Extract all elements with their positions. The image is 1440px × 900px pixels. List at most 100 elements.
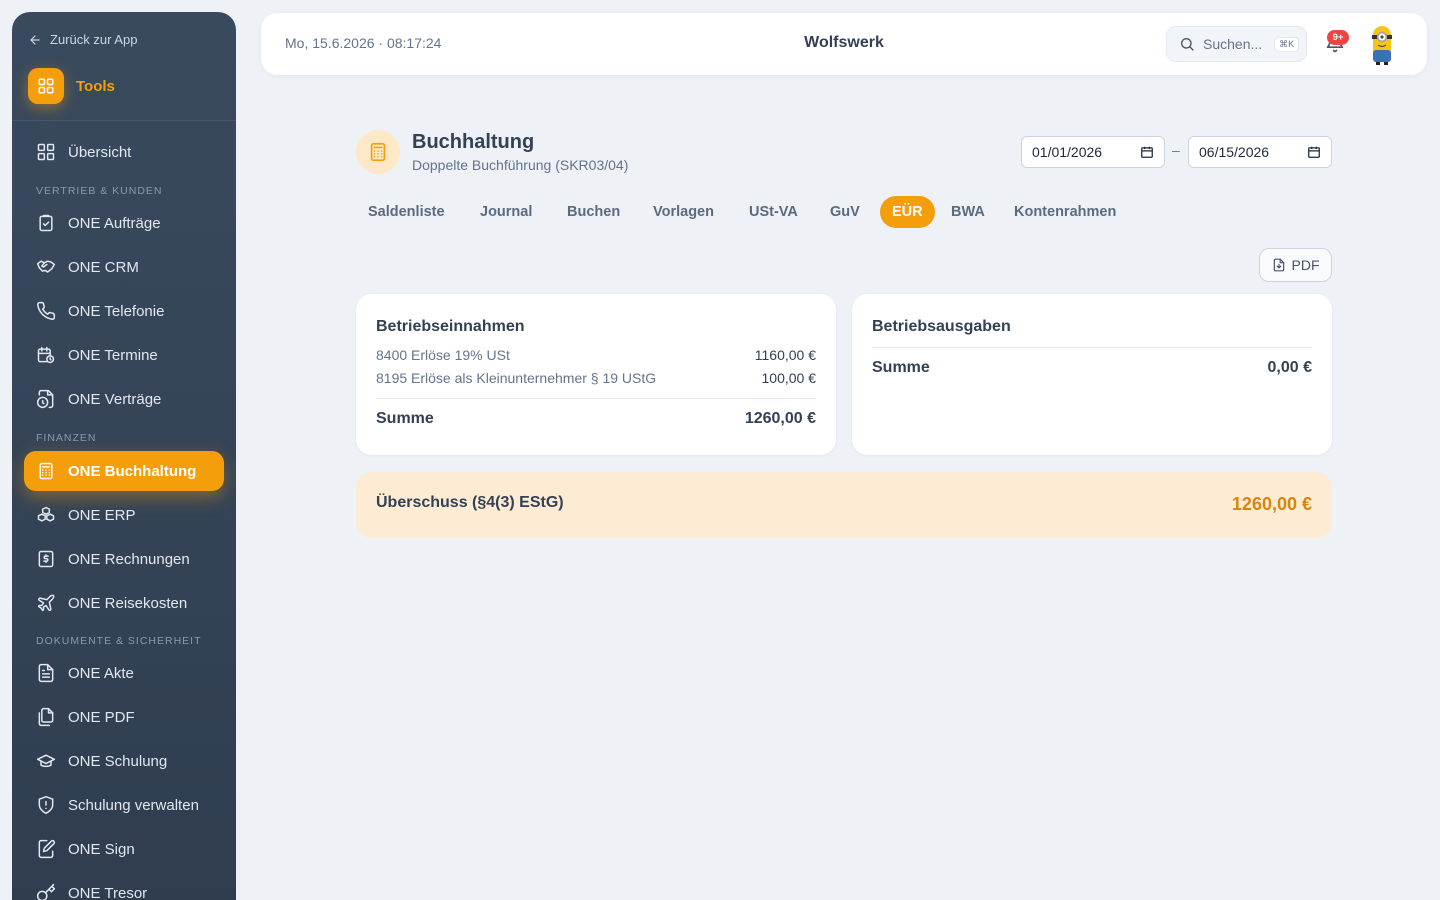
sidebar-item-label: ONE Telefonie <box>68 302 165 320</box>
income-row-amount: 1160,00 € <box>754 347 816 363</box>
sidebar-item-training[interactable]: ONE Schulung <box>24 741 224 781</box>
file-signature-icon <box>38 839 56 859</box>
sidebar-item-pdf[interactable]: ONE PDF <box>24 697 224 737</box>
tab-journal[interactable]: Journal <box>468 196 544 228</box>
sidebar-item-label: ONE Rechnungen <box>68 550 190 568</box>
receipt-dollar-icon <box>38 550 54 568</box>
shield-icon <box>38 795 54 815</box>
sidebar-item-label: ONE Tresor <box>68 884 148 900</box>
income-row-label: 8195 Erlöse als Kleinunternehmer § 19 US… <box>376 370 657 386</box>
income-sum-row: Summe 1260,00 € <box>376 410 816 428</box>
search-icon <box>1181 38 1194 51</box>
expenses-sum-label: Summe <box>872 359 930 376</box>
sidebar-section-finance: Finanzen <box>36 432 97 444</box>
sidebar-item-appointments[interactable]: ONE Termine <box>24 335 224 375</box>
expenses-sum-row: Summe 0,00 € <box>872 359 1312 377</box>
calculator-icon <box>370 142 386 162</box>
tab-buchen[interactable]: Buchen <box>555 196 632 228</box>
tab-saldenliste[interactable]: Saldenliste <box>356 196 457 228</box>
sidebar-item-label: ONE Verträge <box>68 390 162 408</box>
sidebar-item-label: ONE Aufträge <box>68 214 161 232</box>
tab-vorlagen[interactable]: Vorlagen <box>641 196 726 228</box>
search-input[interactable]: Suchen... ⌘K <box>1166 26 1307 62</box>
sidebar-item-crm[interactable]: ONE CRM <box>24 247 224 287</box>
sidebar-item-vault[interactable]: ONE Tresor <box>24 873 224 900</box>
income-sum-value: 1260,00 € <box>744 410 816 427</box>
file-text-icon <box>38 663 54 683</box>
graduation-cap-icon <box>36 754 56 768</box>
sidebar-item-invoices[interactable]: ONE Rechnungen <box>24 539 224 579</box>
sidebar-item-sign[interactable]: ONE Sign <box>24 829 224 869</box>
sidebar: Zurück zur App Tools Übersicht Vertrieb … <box>12 12 236 900</box>
search-placeholder: Suchen... <box>1203 36 1263 52</box>
sidebar-item-accounting[interactable]: ONE Buchhaltung <box>24 451 224 491</box>
minion-avatar-icon <box>1372 26 1392 65</box>
files-icon <box>38 707 54 727</box>
page-subtitle: Doppelte Buchführung (SKR03/04) <box>412 157 629 173</box>
sidebar-item-label: ONE Sign <box>68 840 135 858</box>
sidebar-item-label: ONE CRM <box>68 258 139 276</box>
accounting-icon <box>356 130 400 174</box>
plane-icon <box>37 594 55 612</box>
sidebar-item-label: ONE Termine <box>68 346 158 364</box>
calculator-icon <box>39 462 53 480</box>
surplus-value: 1260,00 € <box>1231 494 1312 514</box>
income-divider <box>376 398 816 399</box>
income-row-label: 8400 Erlöse 19% USt <box>376 347 510 363</box>
income-row-amount: 100,00 € <box>761 370 817 386</box>
sidebar-section-sales: Vertrieb & Kunden <box>36 185 163 197</box>
sidebar-item-label: ONE Buchhaltung <box>68 462 197 480</box>
expenses-title: Betriebsausgaben <box>872 318 1011 335</box>
expenses-sum-value: 0,00 € <box>1267 359 1312 376</box>
date-from-value: 01/01/2026 <box>1032 144 1103 160</box>
sidebar-item-travel-expenses[interactable]: ONE Reisekosten <box>24 583 224 623</box>
calendar-icon[interactable] <box>1140 145 1154 159</box>
sidebar-item-erp[interactable]: ONE ERP <box>24 495 224 535</box>
sidebar-item-manage-training[interactable]: Schulung verwalten <box>24 785 224 825</box>
sidebar-section-documents: Dokumente & Sicherheit <box>36 635 202 647</box>
grid-icon <box>28 68 64 104</box>
income-card: Betriebseinnahmen 8400 Erlöse 19% USt 11… <box>356 294 836 455</box>
tools-label: Tools <box>76 77 115 95</box>
date-to-value: 06/15/2026 <box>1199 144 1270 160</box>
calendar-icon[interactable] <box>1307 145 1321 159</box>
file-download-icon <box>1273 258 1284 272</box>
tab-ust-va[interactable]: USt-VA <box>737 196 810 228</box>
date-from-input[interactable]: 01/01/2026 <box>1021 136 1165 168</box>
back-to-app-link[interactable]: Zurück zur App <box>28 32 137 47</box>
notification-badge: 9+ <box>1327 30 1349 45</box>
sidebar-item-label: ONE PDF <box>68 708 135 726</box>
grid-icon <box>37 143 55 161</box>
pdf-export-button[interactable]: PDF <box>1259 248 1332 282</box>
date-to-input[interactable]: 06/15/2026 <box>1188 136 1332 168</box>
sidebar-item-label: ONE Schulung <box>68 752 168 770</box>
sidebar-item-contracts[interactable]: ONE Verträge <box>24 379 224 419</box>
surplus-banner: Überschuss (§4(3) EStG) 1260,00 € <box>356 472 1332 538</box>
sidebar-item-label: ONE Reisekosten <box>68 594 188 612</box>
sidebar-item-orders[interactable]: ONE Aufträge <box>24 203 224 243</box>
sidebar-item-files[interactable]: ONE Akte <box>24 653 224 693</box>
income-row: 8195 Erlöse als Kleinunternehmer § 19 US… <box>376 370 816 386</box>
income-sum-label: Summe <box>376 410 434 427</box>
sidebar-item-label: Übersicht <box>68 143 132 161</box>
sidebar-item-telephony[interactable]: ONE Telefonie <box>24 291 224 331</box>
income-row: 8400 Erlöse 19% USt 1160,00 € <box>376 347 816 363</box>
tab-guv[interactable]: GuV <box>818 196 872 228</box>
calendar-clock-icon <box>37 346 55 364</box>
sidebar-item-label: ONE ERP <box>68 506 136 524</box>
sidebar-item-label: Schulung verwalten <box>68 796 199 814</box>
income-title: Betriebseinnahmen <box>376 318 525 335</box>
tab-kontenrahmen[interactable]: Kontenrahmen <box>1002 196 1128 228</box>
avatar[interactable] <box>1367 22 1397 66</box>
sidebar-item-label: ONE Akte <box>68 664 134 682</box>
sidebar-item-overview[interactable]: Übersicht <box>24 132 224 172</box>
date-range-separator: – <box>1172 142 1180 158</box>
tab-eur[interactable]: EÜR <box>880 196 935 228</box>
search-shortcut: ⌘K <box>1274 36 1300 52</box>
tab-bwa[interactable]: BWA <box>939 196 997 228</box>
handshake-icon <box>36 260 56 273</box>
key-icon <box>36 883 56 900</box>
boxes-icon <box>37 506 55 522</box>
arrow-left-icon <box>30 34 40 45</box>
tools-header[interactable]: Tools <box>28 68 115 104</box>
